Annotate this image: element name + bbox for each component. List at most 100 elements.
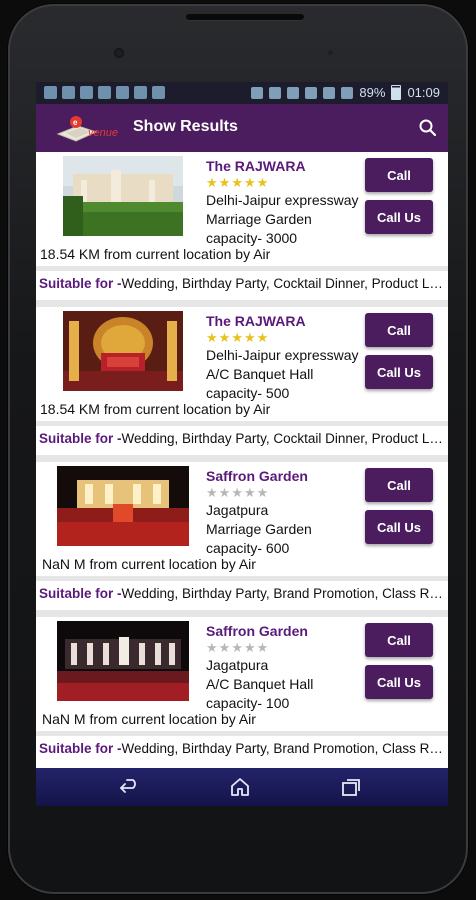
vibrate-icon	[251, 86, 264, 99]
venue-address: Jagatpura	[206, 657, 269, 673]
divider	[36, 731, 448, 736]
star-icon: ★	[256, 485, 269, 500]
divider	[36, 576, 448, 581]
logo-text: venue	[88, 127, 118, 139]
twitter-icon	[62, 86, 75, 99]
star-icon: ★	[206, 640, 218, 655]
call-button[interactable]: Call	[365, 313, 433, 347]
suitable-for: Suitable for -Wedding, Birthday Party, B…	[39, 586, 448, 601]
suitable-for-text: Wedding, Birthday Party, Cocktail Dinner…	[121, 431, 448, 446]
call-button[interactable]: Call	[365, 158, 433, 192]
suitable-for-text: Wedding, Birthday Party, Cocktail Dinner…	[121, 276, 448, 291]
search-icon[interactable]	[416, 116, 440, 140]
rating-stars: ★ ★ ★ ★ ★	[206, 486, 268, 499]
venue-photo[interactable]	[63, 156, 183, 236]
app-icon	[98, 86, 111, 99]
proximity-sensor	[328, 50, 333, 55]
venue-photo[interactable]	[57, 466, 189, 546]
facebook-icon	[116, 86, 129, 99]
venue-card[interactable]: The RAJWARA ★ ★ ★ ★ ★ Delhi-Jaipur expre…	[36, 307, 448, 462]
star-icon: ★	[218, 330, 231, 345]
distance-text: 18.54 KM from current location by Air	[40, 246, 271, 262]
card-separator	[36, 610, 448, 617]
suitable-for-label: Suitable for -	[39, 276, 122, 291]
call-button[interactable]: Call	[365, 468, 433, 502]
star-icon: ★	[256, 330, 269, 345]
venue-card[interactable]: The RAJWARA ★ ★ ★ ★ ★ Delhi-Jaipur expre…	[36, 152, 448, 307]
system-icons: 89% 01:09	[251, 85, 440, 100]
signal-icon	[341, 86, 354, 99]
star-icon: ★	[256, 175, 269, 190]
suitable-for: Suitable for -Wedding, Birthday Party, B…	[39, 741, 448, 756]
divider	[36, 421, 448, 426]
venue-photo[interactable]	[57, 621, 189, 701]
back-icon[interactable]	[119, 776, 141, 798]
home-icon[interactable]	[229, 776, 251, 798]
app-icon	[80, 86, 93, 99]
star-icon: ★	[218, 485, 231, 500]
star-icon: ★	[256, 640, 269, 655]
star-icon: ★	[243, 485, 256, 500]
mail-icon	[152, 86, 165, 99]
venue-card[interactable]: Saffron Garden ★ ★ ★ ★ ★ Jagatpura Marri…	[36, 462, 448, 617]
rating-stars: ★ ★ ★ ★ ★	[206, 331, 268, 344]
divider	[36, 266, 448, 271]
star-icon: ★	[231, 330, 243, 345]
app-bar: e venue Show Results	[36, 104, 448, 152]
battery-icon	[391, 85, 402, 100]
suitable-for-label: Suitable for -	[39, 741, 122, 756]
star-icon: ★	[218, 175, 231, 190]
call-us-button[interactable]: Call Us	[365, 665, 433, 699]
venue-capacity: capacity- 3000	[206, 230, 298, 246]
venue-name[interactable]: The RAJWARA	[206, 158, 306, 174]
card-separator	[36, 455, 448, 462]
venue-capacity: capacity- 100	[206, 695, 290, 711]
venue-type: Marriage Garden	[206, 211, 312, 227]
venue-address: Delhi-Jaipur expressway	[206, 192, 359, 208]
venue-name[interactable]: Saffron Garden	[206, 468, 308, 484]
battery-percent: 89%	[359, 85, 386, 100]
front-camera	[114, 48, 124, 58]
star-icon: ★	[206, 330, 218, 345]
recent-apps-icon[interactable]	[340, 776, 362, 798]
suitable-for-text: Wedding, Birthday Party, Brand Promotion…	[121, 741, 448, 756]
venue-card[interactable]: Saffron Garden ★ ★ ★ ★ ★ Jagatpura A/C B…	[36, 617, 448, 772]
navigation-bar	[36, 768, 448, 806]
page-title: Show Results	[133, 118, 238, 135]
android-icon	[134, 86, 147, 99]
suitable-for: Suitable for -Wedding, Birthday Party, C…	[39, 431, 448, 446]
venue-name[interactable]: The RAJWARA	[206, 313, 306, 329]
distance-text: NaN M from current location by Air	[42, 556, 256, 572]
call-us-button[interactable]: Call Us	[365, 355, 433, 389]
call-button[interactable]: Call	[365, 623, 433, 657]
card-separator	[36, 300, 448, 307]
star-icon: ★	[243, 175, 256, 190]
venue-address: Delhi-Jaipur expressway	[206, 347, 359, 363]
venue-photo[interactable]	[63, 311, 183, 391]
call-us-button[interactable]: Call Us	[365, 510, 433, 544]
notification-icons	[44, 86, 165, 99]
twitter-icon	[44, 86, 57, 99]
distance-text: NaN M from current location by Air	[42, 711, 256, 727]
rating-stars: ★ ★ ★ ★ ★	[206, 176, 268, 189]
venue-type: A/C Banquet Hall	[206, 366, 314, 382]
suitable-for-label: Suitable for -	[39, 431, 122, 446]
svg-text:e: e	[73, 118, 78, 127]
sync-icon	[269, 86, 282, 99]
wifi-icon	[323, 86, 336, 99]
earpiece-speaker	[186, 14, 304, 20]
app-logo[interactable]: e venue	[56, 114, 128, 144]
star-icon: ★	[206, 175, 218, 190]
star-icon: ★	[218, 640, 231, 655]
call-us-button[interactable]: Call Us	[365, 200, 433, 234]
venue-name[interactable]: Saffron Garden	[206, 623, 308, 639]
rating-stars: ★ ★ ★ ★ ★	[206, 641, 268, 654]
venue-capacity: capacity- 500	[206, 385, 290, 401]
distance-text: 18.54 KM from current location by Air	[40, 401, 271, 417]
screen: 89% 01:09 e venue Show Results The RAJWA…	[36, 82, 448, 806]
venue-type: A/C Banquet Hall	[206, 676, 314, 692]
star-icon: ★	[231, 485, 243, 500]
results-list[interactable]: The RAJWARA ★ ★ ★ ★ ★ Delhi-Jaipur expre…	[36, 152, 448, 772]
venue-address: Jagatpura	[206, 502, 269, 518]
alarm-icon	[287, 86, 300, 99]
